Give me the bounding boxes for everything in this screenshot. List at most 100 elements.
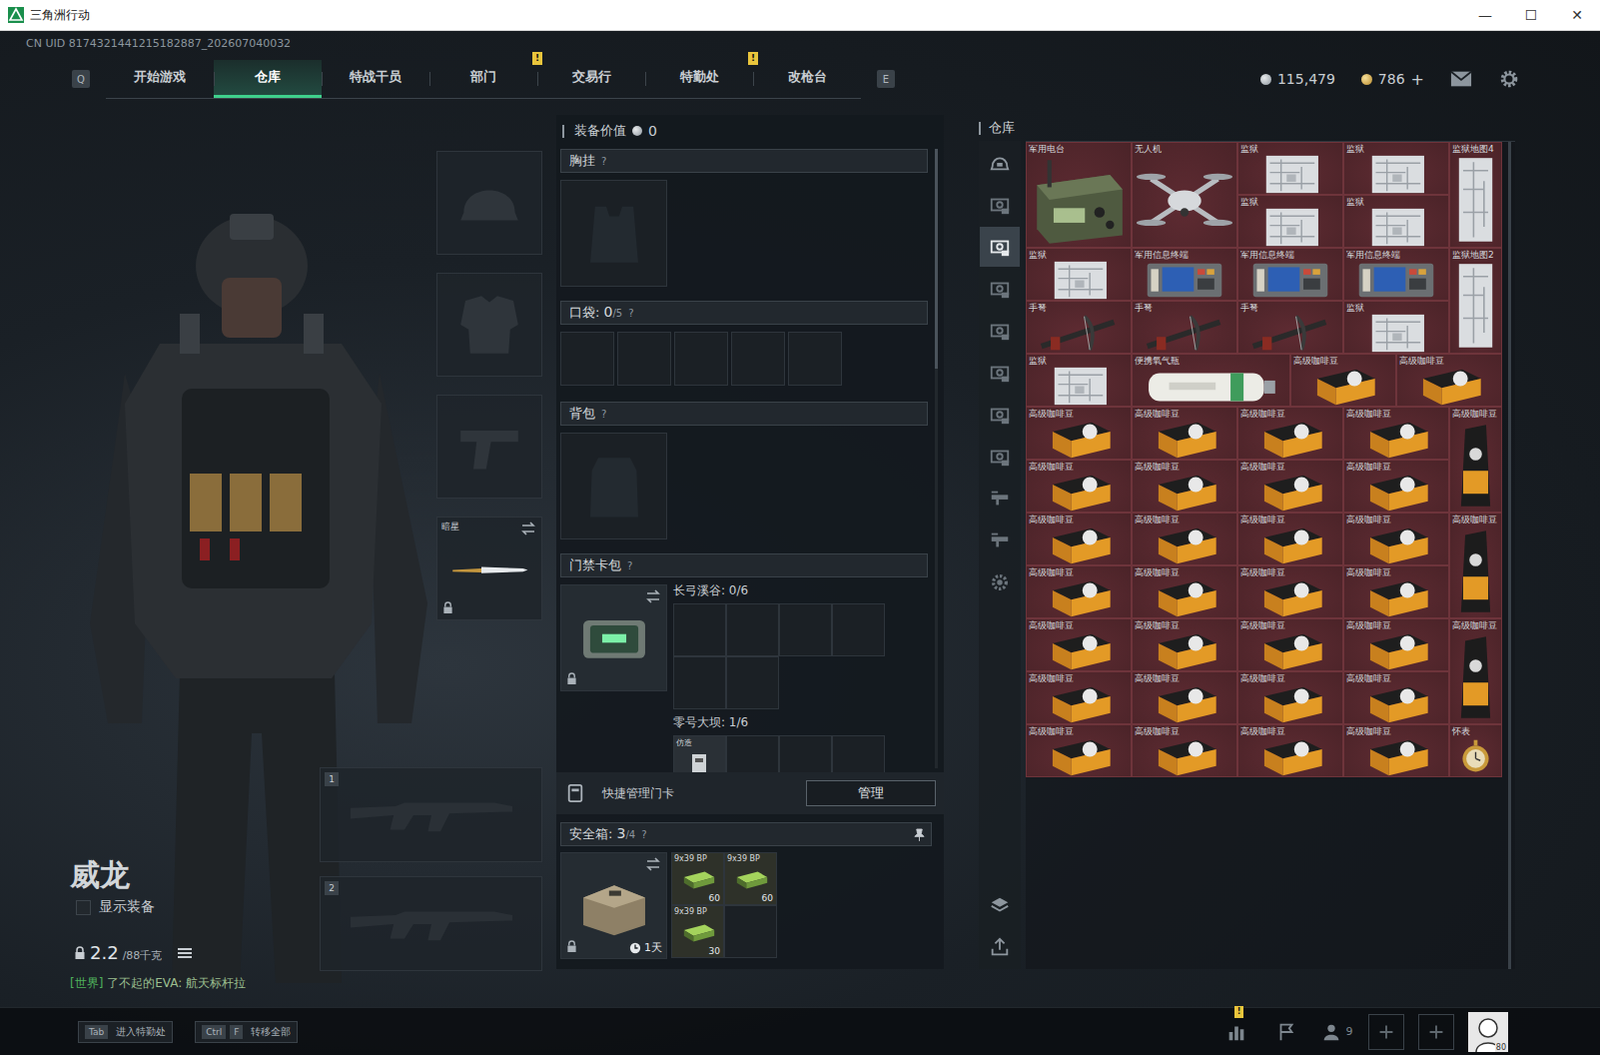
pocket-slot[interactable]: [560, 331, 615, 386]
chest-rig-slot[interactable]: [560, 179, 668, 287]
help-icon[interactable]: ?: [601, 155, 607, 167]
inventory-item[interactable]: 军用信息终端: [1237, 247, 1344, 301]
inventory-item[interactable]: 监狱地图4: [1449, 141, 1503, 248]
inventory-item[interactable]: 高级咖啡豆: [1237, 565, 1344, 619]
inventory-item[interactable]: 高级咖啡豆: [1449, 406, 1503, 513]
pocket-slot[interactable]: [788, 331, 842, 386]
inventory-item[interactable]: 手弩: [1131, 300, 1238, 354]
inventory-item[interactable]: 便携氧气瓶: [1131, 353, 1291, 407]
inventory-item[interactable]: 高级咖啡豆: [1343, 459, 1450, 513]
inventory-item[interactable]: 高级咖啡豆: [1131, 459, 1238, 513]
inventory-item[interactable]: 无人机: [1131, 141, 1238, 248]
inventory-item[interactable]: 高级咖啡豆: [1343, 671, 1450, 725]
warehouse-tab[interactable]: [979, 352, 1020, 393]
add-currency-button[interactable]: +: [1411, 69, 1425, 89]
inventory-item[interactable]: 高级咖啡豆: [1290, 353, 1397, 407]
inventory-item[interactable]: 高级咖啡豆: [1025, 618, 1132, 672]
inventory-item[interactable]: 监狱: [1343, 300, 1450, 354]
keycard-slot[interactable]: 仿造: [673, 735, 727, 773]
tray-avatar[interactable]: 80: [1468, 1011, 1509, 1052]
inventory-item[interactable]: 高级咖啡豆: [1131, 512, 1238, 566]
help-icon[interactable]: ?: [628, 307, 634, 319]
pistol-slot[interactable]: [436, 394, 543, 499]
backpack-slot[interactable]: [560, 432, 668, 540]
inventory-item[interactable]: 军用信息终端: [1343, 247, 1450, 301]
keycard-slot[interactable]: [779, 735, 832, 773]
keycard-case-slot[interactable]: [560, 584, 668, 692]
inventory-item[interactable]: 军用电台: [1025, 141, 1132, 248]
manage-button[interactable]: 管理: [805, 780, 936, 806]
tray-add[interactable]: [1368, 1013, 1405, 1050]
pocket-slot[interactable]: [674, 331, 729, 386]
inventory-item[interactable]: 高级咖啡豆: [1131, 724, 1238, 778]
helmet-slot[interactable]: [436, 150, 543, 255]
nav-tab[interactable]: 特战干员: [321, 59, 430, 98]
safe-box-cell[interactable]: 9x39 BP 60: [671, 851, 725, 905]
prev-tab-key[interactable]: Q: [71, 69, 90, 88]
inventory-item[interactable]: 高级咖啡豆: [1237, 512, 1344, 566]
inventory-item[interactable]: 手弩: [1237, 300, 1344, 354]
next-tab-key[interactable]: E: [876, 69, 895, 88]
warehouse-tab[interactable]: [979, 184, 1020, 225]
inventory-item[interactable]: 监狱: [1343, 141, 1450, 195]
tray-add[interactable]: [1418, 1013, 1455, 1050]
inventory-item[interactable]: 高级咖啡豆: [1396, 353, 1503, 407]
mail-icon[interactable]: [1450, 68, 1473, 89]
window-control-button[interactable]: —: [1462, 0, 1509, 30]
scroll-thumb[interactable]: [934, 148, 938, 369]
inventory-item[interactable]: 监狱: [1343, 194, 1450, 248]
keycard-slot[interactable]: [726, 656, 780, 710]
warehouse-tab[interactable]: [979, 520, 1020, 561]
show-equipment-toggle[interactable]: 显示装备: [69, 897, 320, 916]
warehouse-tab[interactable]: [979, 478, 1020, 519]
inventory-item[interactable]: 监狱: [1237, 141, 1344, 195]
inventory-item[interactable]: 高级咖啡豆: [1025, 512, 1132, 566]
armor-slot[interactable]: [436, 272, 543, 377]
checkbox[interactable]: [75, 899, 91, 915]
inventory-item[interactable]: 高级咖啡豆: [1237, 671, 1344, 725]
keycard-slot[interactable]: [831, 735, 885, 773]
inventory-item[interactable]: 高级咖啡豆: [1131, 618, 1238, 672]
inventory-item[interactable]: 监狱: [1237, 194, 1344, 248]
weapon-slot[interactable]: 1: [319, 767, 543, 862]
warehouse-tab[interactable]: [979, 310, 1020, 351]
keycard-slot[interactable]: [726, 735, 780, 773]
warehouse-tab[interactable]: [979, 142, 1020, 183]
warehouse-tool[interactable]: [979, 926, 1020, 967]
swap-icon[interactable]: [645, 589, 662, 604]
warehouse-tab[interactable]: [979, 436, 1020, 477]
inventory-item[interactable]: 高级咖啡豆: [1343, 512, 1450, 566]
warehouse-tab[interactable]: [979, 226, 1020, 267]
warehouse-tool[interactable]: [979, 884, 1020, 925]
inventory-item[interactable]: 高级咖啡豆: [1343, 565, 1450, 619]
list-icon[interactable]: [177, 946, 192, 959]
help-icon[interactable]: ?: [641, 828, 647, 840]
inventory-item[interactable]: 高级咖啡豆: [1449, 512, 1503, 619]
inventory-item[interactable]: 监狱: [1025, 247, 1132, 301]
safe-box-slot[interactable]: 1天: [560, 851, 668, 959]
nav-tab[interactable]: 改枪台: [753, 59, 861, 98]
nav-tab[interactable]: 仓库: [213, 59, 322, 98]
swap-icon[interactable]: [520, 521, 537, 536]
inventory-item[interactable]: 军用信息终端: [1131, 247, 1238, 301]
key-hint[interactable]: CtrlF 转移全部: [194, 1020, 298, 1043]
tray-friends[interactable]: 9: [1318, 1013, 1355, 1050]
warehouse-tab[interactable]: [979, 268, 1020, 309]
inventory-item[interactable]: 监狱地图2: [1449, 247, 1503, 354]
warehouse-tab[interactable]: [979, 562, 1020, 603]
scrollbar[interactable]: [1508, 141, 1512, 969]
scroll-thumb[interactable]: [1508, 141, 1512, 969]
keycard-slot[interactable]: [831, 603, 885, 657]
inventory-item[interactable]: 高级咖啡豆: [1025, 724, 1132, 778]
help-icon[interactable]: ?: [601, 408, 607, 420]
melee-slot[interactable]: 暗星: [436, 516, 543, 621]
pocket-slot[interactable]: [731, 331, 786, 386]
window-control-button[interactable]: ✕: [1554, 0, 1600, 30]
inventory-item[interactable]: 高级咖啡豆: [1449, 618, 1503, 725]
inventory-item[interactable]: 手弩: [1025, 300, 1132, 354]
pocket-slot[interactable]: [617, 331, 672, 386]
inventory-item[interactable]: 高级咖啡豆: [1131, 671, 1238, 725]
nav-tab[interactable]: 特勤处 !: [645, 59, 754, 98]
tray-flag[interactable]: [1268, 1013, 1305, 1050]
inventory-item[interactable]: 高级咖啡豆: [1237, 459, 1344, 513]
